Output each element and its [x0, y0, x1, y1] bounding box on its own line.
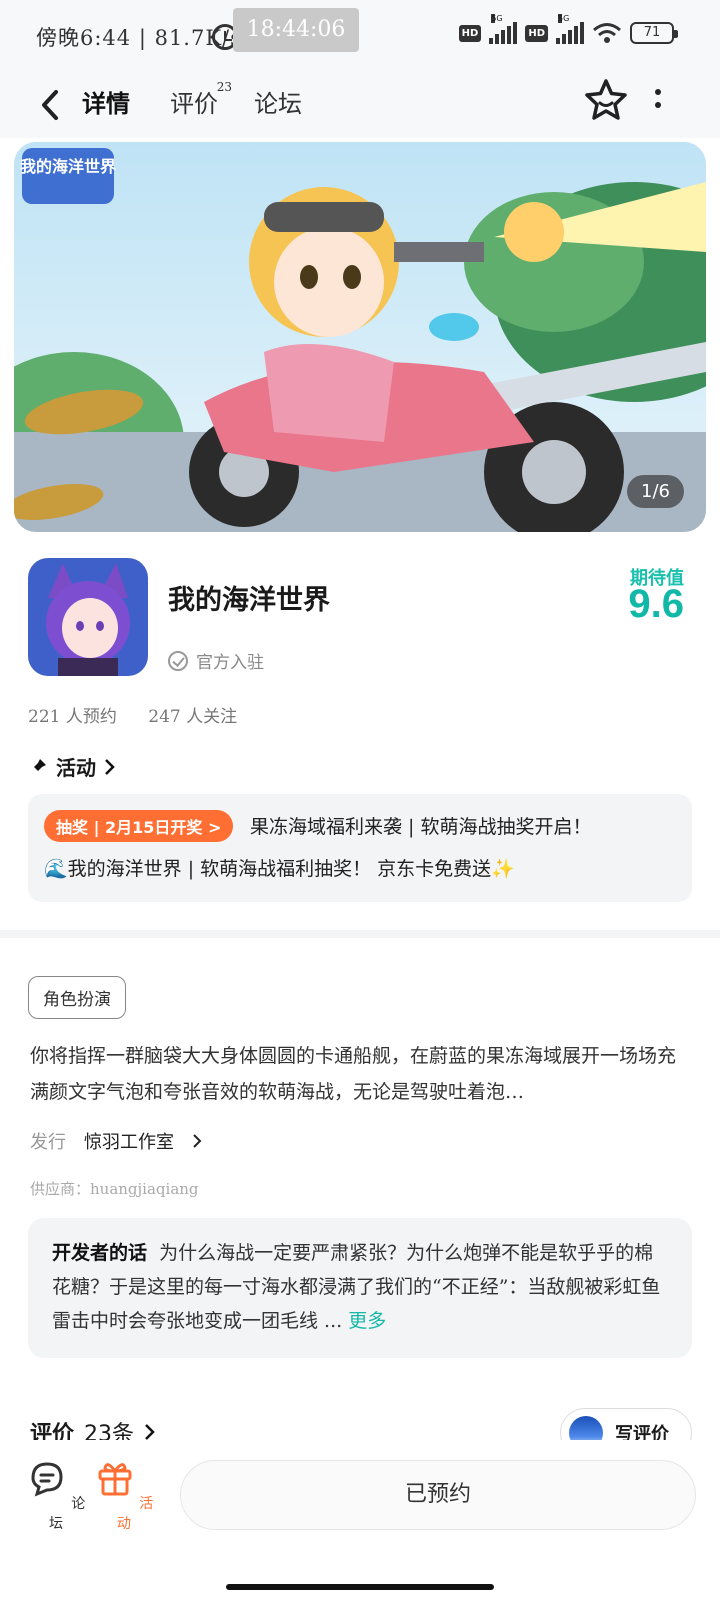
- expect-score: 9.6: [628, 582, 684, 626]
- activity-heading-label: 活动: [56, 756, 96, 780]
- app-stats: 221 人预约 247 人关注: [28, 702, 263, 727]
- follow-count: 247 人关注: [148, 707, 238, 727]
- tab-details-label: 详情: [82, 89, 130, 118]
- verified-label: 官方入驻: [196, 653, 264, 673]
- banner-logo-text: 我的海洋世界: [20, 157, 116, 176]
- signal-icon-2: 5G: [556, 14, 584, 44]
- network-label-1: 5G: [491, 14, 503, 23]
- developer-note-label: 开发者的话: [52, 1242, 148, 1264]
- hd-badge-1: HD: [458, 24, 482, 42]
- star-face-icon[interactable]: [584, 78, 628, 122]
- bottom-nav-forum-label: 论坛: [49, 1496, 86, 1532]
- developer-note-card[interactable]: 开发者的话 为什么海战一定要严肃紧张？为什么炮弹不能是软乎乎的棉花糖？于是这里的…: [28, 1218, 692, 1358]
- app-title: 我的海洋世界: [168, 585, 330, 616]
- network-label-2: 5G: [558, 14, 570, 23]
- chevron-right-icon: [193, 1134, 202, 1148]
- publisher-value: 惊羽工作室: [84, 1132, 174, 1153]
- chevron-right-icon: [145, 1424, 155, 1440]
- status-time-speed: 傍晚6:44 | 81.7K/s: [36, 26, 242, 50]
- activity-line-2[interactable]: 🌊我的海洋世界 | 软萌海战福利抽奖！ 京东卡免费送✨: [44, 854, 515, 881]
- bottom-nav-forum[interactable]: 论坛: [26, 1458, 86, 1533]
- app-icon: [28, 558, 148, 676]
- more-vertical-icon[interactable]: [648, 86, 668, 116]
- wifi-icon: [593, 23, 621, 43]
- signal-icon: 5G: [489, 14, 518, 44]
- banner-image: 我的海洋世界: [14, 142, 706, 532]
- chevron-right-icon: [105, 758, 115, 775]
- check-circle-icon: [168, 650, 188, 671]
- developer-note-more[interactable]: 更多: [348, 1310, 386, 1332]
- activity-heading[interactable]: 活动: [28, 752, 116, 781]
- status-bar: 傍晚6:44 | 81.7K/s 18:44:06 HD 5G HD 5G 71: [0, 0, 720, 72]
- floating-clock: 18:44:06: [233, 8, 359, 52]
- tab-reviews[interactable]: 评价 23: [170, 80, 232, 119]
- reservation-count: 221 人预约: [28, 707, 117, 727]
- bottom-bar: 论坛 活动 已预约: [0, 1440, 720, 1600]
- bottom-nav-activity[interactable]: 活动: [94, 1458, 154, 1533]
- publisher-row[interactable]: 发行 惊羽工作室: [30, 1128, 202, 1154]
- banner-carousel[interactable]: 我的海洋世界 1/6: [14, 142, 706, 532]
- pin-icon: [30, 758, 46, 775]
- section-divider: [0, 930, 720, 938]
- publisher-key: 发行: [30, 1132, 66, 1153]
- supplier-text: 供应商：huangjiaqiang: [30, 1180, 199, 1198]
- tab-reviews-count: 23: [216, 80, 232, 94]
- tab-details[interactable]: 详情: [82, 84, 130, 123]
- gift-icon: [98, 1463, 132, 1496]
- banner-counter: 1/6: [627, 475, 684, 508]
- reserved-button[interactable]: 已预约: [180, 1460, 696, 1530]
- status-icons: HD 5G HD 5G 71: [458, 14, 678, 44]
- activity-card[interactable]: 抽奖 | 2月15日开奖 > 果冻海域福利来袭 | 软萌海战抽奖开启！ 🌊我的海…: [28, 794, 692, 902]
- battery-icon: 71: [630, 22, 678, 44]
- genre-tag[interactable]: 角色扮演: [28, 976, 126, 1019]
- bottom-nav-activity-label: 活动: [117, 1496, 154, 1532]
- hd-badge-2: HD: [525, 24, 548, 42]
- forum-chat-icon: [31, 1462, 63, 1497]
- top-nav: 详情 评价 23 论坛: [0, 72, 720, 138]
- tab-reviews-label: 评价: [170, 90, 218, 118]
- activity-line-1[interactable]: 果冻海域福利来袭 | 软萌海战抽奖开启！: [250, 812, 591, 839]
- back-icon[interactable]: [36, 88, 66, 122]
- game-description[interactable]: 你将指挥一群脑袋大大身体圆圆的卡通船舰，在蔚蓝的果冻海域展开一场场充满颜文字气泡…: [30, 1038, 694, 1110]
- verified-row: 官方入驻: [168, 648, 264, 673]
- tab-forum[interactable]: 论坛: [254, 84, 302, 119]
- tab-forum-label: 论坛: [254, 90, 302, 118]
- lottery-badge[interactable]: 抽奖 | 2月15日开奖 >: [44, 810, 234, 842]
- home-indicator[interactable]: [226, 1584, 494, 1590]
